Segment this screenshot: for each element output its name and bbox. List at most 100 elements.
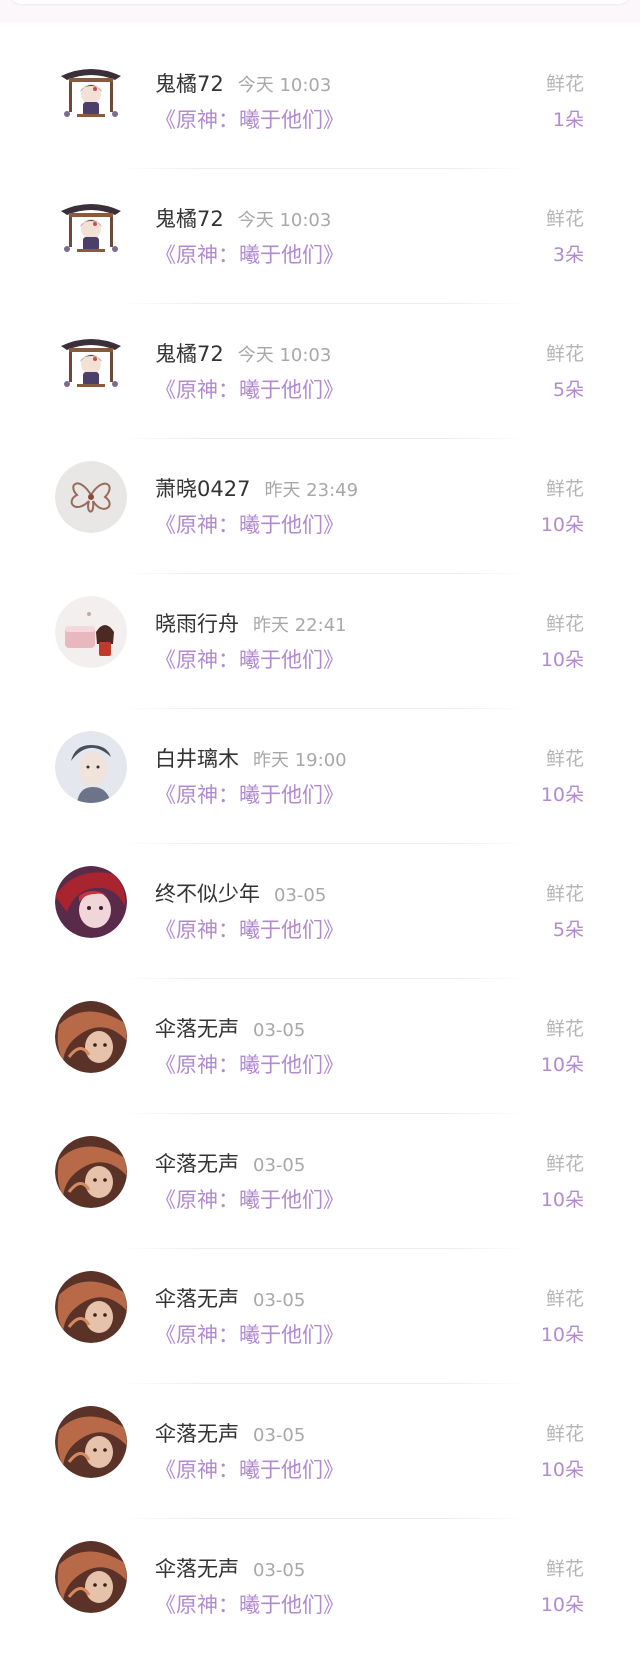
portrait-avatar — [55, 731, 127, 803]
list-item[interactable]: 萧晓0427 昨天 23:49 《原神：曦于他们》 鲜花 10朵 — [0, 439, 640, 574]
redhair-avatar — [55, 866, 127, 938]
user-name[interactable]: 白井璃木 — [155, 747, 239, 771]
name-line: 鬼橘72 今天 10:03 — [155, 68, 331, 100]
gift-type: 鲜花 — [545, 208, 584, 230]
gift-count: 5朵 — [552, 379, 584, 401]
gift-count: 3朵 — [552, 244, 584, 266]
gift-type: 鲜花 — [545, 613, 584, 635]
avatar[interactable] — [55, 461, 127, 533]
avatar[interactable] — [55, 1406, 127, 1478]
list-item[interactable]: 晓雨行舟 昨天 22:41 《原神：曦于他们》 鲜花 10朵 — [0, 574, 640, 709]
book-title-link[interactable]: 《原神：曦于他们》 — [155, 239, 344, 271]
gift-count: 10朵 — [540, 514, 584, 536]
gift-count: 10朵 — [540, 784, 584, 806]
book-title-link[interactable]: 《原神：曦于他们》 — [155, 914, 344, 946]
user-name[interactable]: 晓雨行舟 — [155, 612, 239, 636]
list-item[interactable]: 鬼橘72 今天 10:03 《原神：曦于他们》 鲜花 1朵 — [0, 34, 640, 169]
name-line: 伞落无声 03-05 — [155, 1553, 305, 1585]
name-line: 萧晓0427 昨天 23:49 — [155, 473, 358, 505]
avatar[interactable] — [55, 1001, 127, 1073]
user-name[interactable]: 伞落无声 — [155, 1287, 239, 1311]
list-item[interactable]: 鬼橘72 今天 10:03 《原神：曦于他们》 鲜花 3朵 — [0, 169, 640, 304]
timestamp: 昨天 23:49 — [264, 480, 359, 501]
list-item[interactable]: 伞落无声 03-05 《原神：曦于他们》 鲜花 10朵 — [0, 1384, 640, 1519]
name-line: 白井璃木 昨天 19:00 — [155, 743, 347, 775]
timestamp: 今天 10:03 — [237, 345, 332, 366]
brown-avatar — [55, 1001, 127, 1073]
gift-type: 鲜花 — [545, 748, 584, 770]
gift-count: 5朵 — [552, 919, 584, 941]
list-item[interactable]: 终不似少年 03-05 《原神：曦于他们》 鲜花 5朵 — [0, 844, 640, 979]
avatar[interactable] — [55, 326, 127, 398]
user-name[interactable]: 鬼橘72 — [155, 207, 224, 231]
gift-record-page: 鬼橘72 今天 10:03 《原神：曦于他们》 鲜花 1朵 鬼橘72 今天 10… — [0, 0, 640, 1660]
gift-type: 鲜花 — [545, 1018, 584, 1040]
avatar[interactable] — [55, 191, 127, 263]
timestamp: 03-05 — [253, 1290, 306, 1311]
gift-type: 鲜花 — [545, 883, 584, 905]
book-title-link[interactable]: 《原神：曦于他们》 — [155, 1589, 344, 1621]
top-card-edge — [8, 0, 632, 4]
gift-type: 鲜花 — [545, 1423, 584, 1445]
avatar[interactable] — [55, 866, 127, 938]
user-name[interactable]: 鬼橘72 — [155, 342, 224, 366]
name-line: 伞落无声 03-05 — [155, 1418, 305, 1450]
avatar[interactable] — [55, 1541, 127, 1613]
list-item[interactable]: 鬼橘72 今天 10:03 《原神：曦于他们》 鲜花 5朵 — [0, 304, 640, 439]
book-title-link[interactable]: 《原神：曦于他们》 — [155, 1184, 344, 1216]
name-line: 伞落无声 03-05 — [155, 1013, 305, 1045]
book-title-link[interactable]: 《原神：曦于他们》 — [155, 1049, 344, 1081]
pavilion-icon — [61, 204, 121, 252]
timestamp: 昨天 22:41 — [253, 615, 347, 636]
avatar[interactable] — [55, 1136, 127, 1208]
brown-avatar — [55, 1136, 127, 1208]
timestamp: 03-05 — [274, 885, 327, 906]
name-line: 终不似少年 03-05 — [155, 878, 326, 910]
list-item[interactable]: 伞落无声 03-05 《原神：曦于他们》 鲜花 10朵 — [0, 1519, 640, 1654]
user-name[interactable]: 伞落无声 — [155, 1152, 239, 1176]
name-line: 伞落无声 03-05 — [155, 1283, 305, 1315]
list-item[interactable]: 伞落无声 03-05 《原神：曦于他们》 鲜花 10朵 — [0, 1114, 640, 1249]
book-title-link[interactable]: 《原神：曦于他们》 — [155, 1319, 344, 1351]
book-title-link[interactable]: 《原神：曦于他们》 — [155, 509, 344, 541]
name-line: 伞落无声 03-05 — [155, 1148, 305, 1180]
user-name[interactable]: 鬼橘72 — [155, 72, 224, 96]
pavilion-icon — [61, 339, 121, 387]
brown-avatar — [55, 1271, 127, 1343]
book-title-link[interactable]: 《原神：曦于他们》 — [155, 644, 344, 676]
gift-count: 10朵 — [540, 649, 584, 671]
list-item[interactable]: 伞落无声 03-05 《原神：曦于他们》 鲜花 10朵 — [0, 979, 640, 1114]
timestamp: 03-05 — [253, 1020, 306, 1041]
avatar[interactable] — [55, 596, 127, 668]
user-name[interactable]: 终不似少年 — [155, 882, 260, 906]
gift-count: 10朵 — [540, 1054, 584, 1076]
timestamp: 03-05 — [253, 1560, 306, 1581]
book-title-link[interactable]: 《原神：曦于他们》 — [155, 374, 344, 406]
top-strip — [0, 0, 640, 22]
cake-avatar — [55, 596, 127, 668]
gift-type: 鲜花 — [545, 343, 584, 365]
gift-count: 10朵 — [540, 1189, 584, 1211]
user-name[interactable]: 萧晓0427 — [155, 477, 250, 501]
gift-count: 1朵 — [552, 109, 584, 131]
list-item[interactable]: 白井璃木 昨天 19:00 《原神：曦于他们》 鲜花 10朵 — [0, 709, 640, 844]
user-name[interactable]: 伞落无声 — [155, 1557, 239, 1581]
timestamp: 03-05 — [253, 1155, 306, 1176]
book-title-link[interactable]: 《原神：曦于他们》 — [155, 104, 344, 136]
brown-avatar — [55, 1406, 127, 1478]
user-name[interactable]: 伞落无声 — [155, 1422, 239, 1446]
avatar[interactable] — [55, 1271, 127, 1343]
user-name[interactable]: 伞落无声 — [155, 1017, 239, 1041]
gift-count: 10朵 — [540, 1459, 584, 1481]
brown-avatar — [55, 1541, 127, 1613]
gift-type: 鲜花 — [545, 1153, 584, 1175]
gift-type: 鲜花 — [545, 73, 584, 95]
timestamp: 03-05 — [253, 1425, 306, 1446]
gift-type: 鲜花 — [545, 478, 584, 500]
book-title-link[interactable]: 《原神：曦于他们》 — [155, 1454, 344, 1486]
book-title-link[interactable]: 《原神：曦于他们》 — [155, 779, 344, 811]
list-item[interactable]: 伞落无声 03-05 《原神：曦于他们》 鲜花 10朵 — [0, 1249, 640, 1384]
avatar[interactable] — [55, 731, 127, 803]
gift-count: 10朵 — [540, 1324, 584, 1346]
avatar[interactable] — [55, 56, 127, 128]
